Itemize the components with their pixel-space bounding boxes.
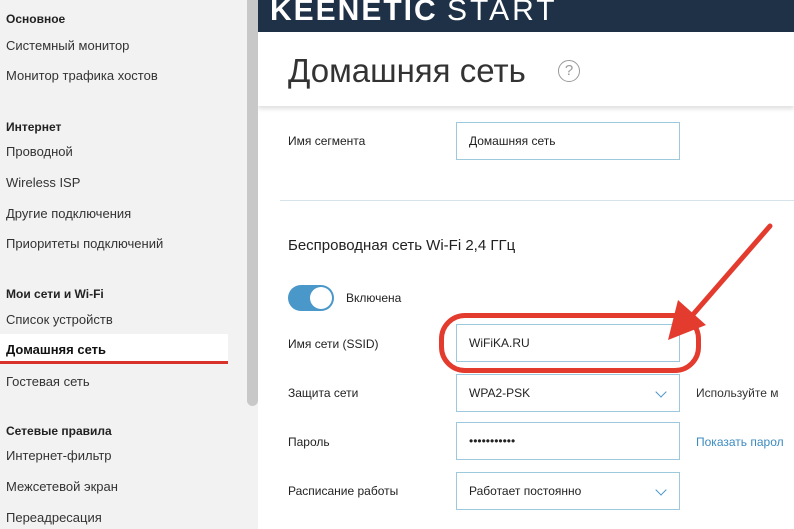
sidebar-item-firewall[interactable]: Межсетевой экран: [6, 479, 118, 494]
sidebar-group-main: Основное: [6, 12, 66, 26]
sidebar-item-wired[interactable]: Проводной: [6, 144, 73, 159]
sidebar-group-internet: Интернет: [6, 120, 62, 134]
sidebar-item-connection-priorities[interactable]: Приоритеты подключений: [6, 236, 163, 251]
sidebar-group-rules: Сетевые правила: [6, 424, 112, 438]
sidebar-item-internet-filter[interactable]: Интернет-фильтр: [6, 448, 112, 463]
annotation-arrow: [668, 223, 773, 340]
sidebar-item-traffic-monitor[interactable]: Монитор трафика хостов: [6, 68, 158, 83]
main-panel: KEENETIC START Домашняя сеть ? Имя сегме…: [258, 0, 794, 529]
sidebar-item-system-monitor[interactable]: Системный монитор: [6, 38, 129, 53]
sidebar-item-other-connections[interactable]: Другие подключения: [6, 206, 131, 221]
sidebar-item-home-network[interactable]: Домашняя сеть: [6, 342, 106, 357]
sidebar: Основное Системный монитор Монитор трафи…: [0, 0, 258, 529]
sidebar-item-wireless-isp[interactable]: Wireless ISP: [6, 175, 80, 190]
sidebar-scrollbar[interactable]: [247, 0, 258, 406]
sidebar-active-underline: [0, 361, 228, 364]
sidebar-item-port-forwarding[interactable]: Переадресация: [6, 510, 102, 525]
sidebar-item-guest-network[interactable]: Гостевая сеть: [6, 374, 90, 389]
sidebar-group-networks: Мои сети и Wi-Fi: [6, 287, 104, 301]
sidebar-item-device-list[interactable]: Список устройств: [6, 312, 113, 327]
